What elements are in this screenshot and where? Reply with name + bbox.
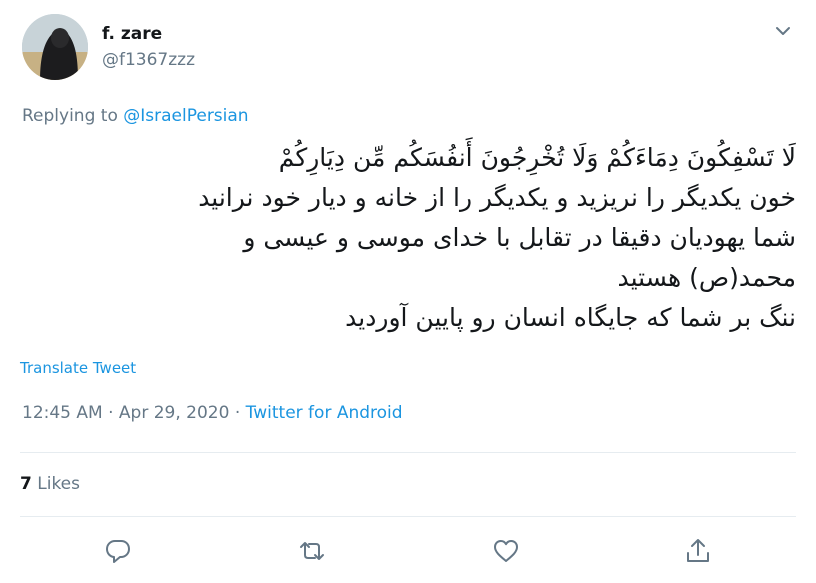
replying-to-link[interactable]: @IsraelPersian [123,106,248,126]
likes-count[interactable]: 7 Likes [20,474,80,494]
tweet-text-line: لَا تَسْفِكُونَ دِمَاءَكُمْ وَلَا تُخْرِ… [278,143,796,172]
heart-icon[interactable] [491,536,521,566]
tweet-header: f. zare @f1367zzz [0,0,816,90]
author-name[interactable]: f. zare [102,24,162,44]
share-icon[interactable] [683,536,713,566]
divider [20,452,796,453]
replying-to: Replying to @IsraelPersian [22,106,249,126]
tweet-date[interactable]: Apr 29, 2020 [119,403,230,423]
tweet-source-link[interactable]: Twitter for Android [246,403,403,423]
meta-separator: · [234,403,241,423]
chevron-down-icon[interactable] [772,20,794,42]
divider [20,516,796,517]
avatar-image [22,14,88,80]
tweet-text-line: خون یکدیگر را نریزید و یکدیگر را از خانه… [198,183,796,212]
tweet-actions [0,532,816,572]
avatar[interactable] [22,14,88,80]
tweet-metadata: 12:45 AM · Apr 29, 2020 · Twitter for An… [22,403,403,423]
tweet-time[interactable]: 12:45 AM [22,403,103,423]
author-handle[interactable]: @f1367zzz [102,50,195,70]
tweet-text-line: ننگ بر شما که جایگاه انسان رو پایین آورد… [345,303,796,332]
replying-prefix: Replying to [22,106,118,126]
likes-label: Likes [37,474,80,494]
tweet-text-line: محمد(ص) هستید [617,263,796,292]
translate-tweet-link[interactable]: Translate Tweet [20,359,136,377]
retweet-icon[interactable] [297,536,327,566]
likes-number: 7 [20,474,32,494]
tweet-text-line: شما یهودیان دقیقا در تقابل با خدای موسی … [243,223,796,252]
meta-separator: · [108,403,114,423]
tweet-text: لَا تَسْفِكُونَ دِمَاءَكُمْ وَلَا تُخْرِ… [22,138,796,338]
reply-icon[interactable] [103,536,133,566]
